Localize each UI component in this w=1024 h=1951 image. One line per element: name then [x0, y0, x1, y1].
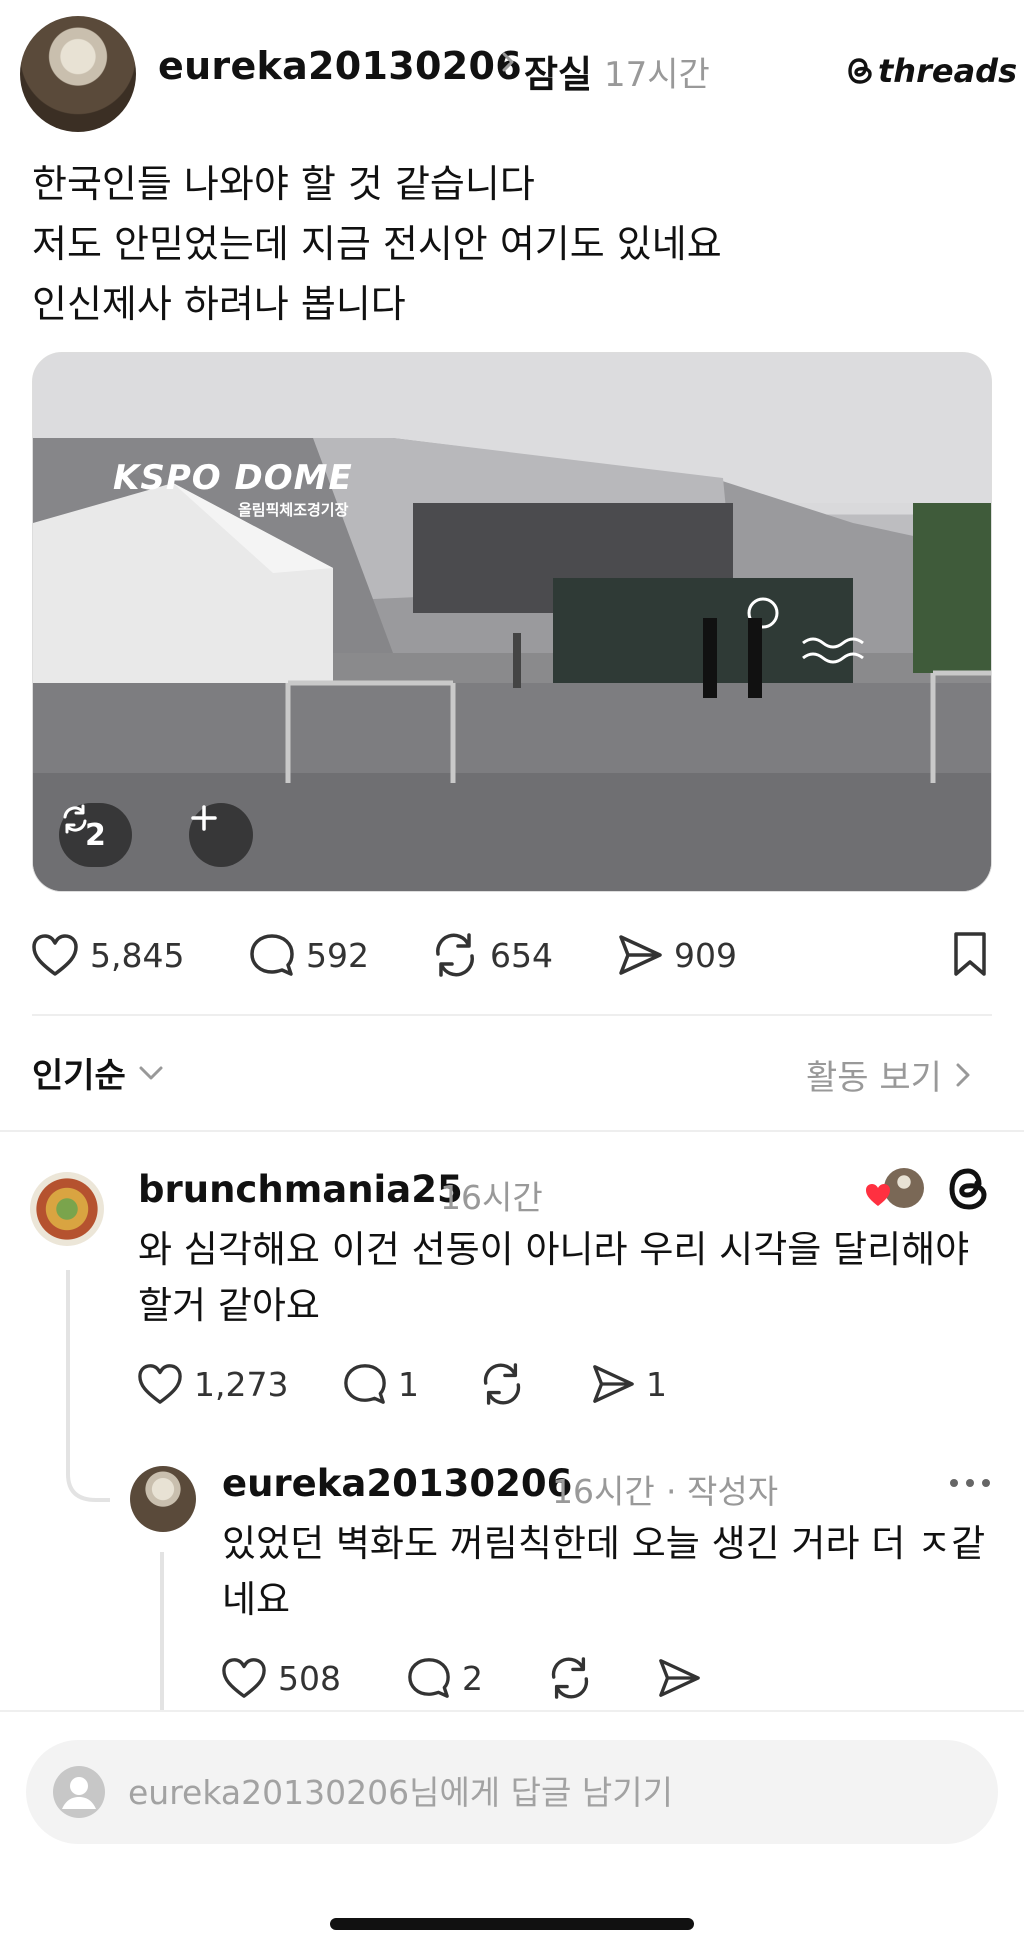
like-button[interactable]: 5,845 — [30, 932, 184, 978]
activity-label: 활동 보기 — [806, 1058, 942, 1098]
post-media-photo[interactable]: KSPO DOME 올림픽체조경기장 2 — [32, 352, 992, 892]
stadium-sign-sub: 올림픽체조경기장 — [238, 501, 349, 519]
comment-icon — [250, 934, 294, 976]
reply-text-line: 할거 같아요 — [138, 1284, 320, 1327]
post-text-line: 인신제사 하려나 봅니다 — [32, 282, 406, 326]
post-location[interactable]: 잠실 — [524, 44, 592, 98]
repost-icon — [483, 1363, 521, 1405]
home-indicator — [330, 1918, 694, 1930]
comment-icon — [408, 1658, 450, 1698]
view-activity-link[interactable]: 활동 보기 — [806, 1050, 972, 1099]
reply-share-button[interactable] — [656, 1656, 702, 1700]
reply-username[interactable]: eureka20130206 — [222, 1462, 572, 1505]
sort-label: 인기순 — [32, 1056, 126, 1096]
heart-icon — [222, 1658, 266, 1698]
more-options-icon[interactable] — [948, 1476, 992, 1490]
heart-filled-icon — [866, 1184, 890, 1206]
post-text-line: 한국인들 나와야 할 것 같습니다 — [32, 162, 535, 206]
sort-dropdown[interactable]: 인기순 — [32, 1048, 164, 1097]
reply-like-count: 1,273 — [194, 1364, 289, 1404]
reply-count: 592 — [306, 935, 369, 975]
reply-body: 와 심각해요 이건 선동이 아니라 우리 시각을 달리해야 할거 같아요 — [138, 1222, 969, 1334]
reply-share-button[interactable]: 1 — [590, 1362, 667, 1406]
reply-comment-count: 1 — [398, 1364, 419, 1404]
reply-comment-count: 2 — [462, 1658, 483, 1698]
thread-line — [160, 1552, 164, 1710]
post-time: 17시간 — [604, 55, 710, 95]
chevron-right-icon — [956, 1063, 970, 1086]
repost-button[interactable]: 654 — [430, 932, 553, 978]
repost-icon — [63, 804, 87, 834]
send-icon — [593, 1365, 634, 1403]
author-badge: · 작성자 — [666, 1472, 779, 1511]
reply-like-button[interactable]: 1,273 — [136, 1362, 288, 1406]
threads-icon[interactable] — [944, 1164, 992, 1214]
heart-icon — [32, 934, 78, 976]
reply-body: 있었던 벽화도 꺼림칙한데 오늘 생긴 거라 더 ㅈ같 네요 — [222, 1516, 985, 1628]
send-icon — [659, 1659, 700, 1697]
threads-logo: threads — [846, 52, 1017, 90]
reply-input[interactable] — [128, 1772, 948, 1812]
share-count: 909 — [674, 935, 737, 975]
reply-text-line: 와 심각해요 이건 선동이 아니라 우리 시각을 달리해야 — [138, 1228, 970, 1271]
reply-repost-button[interactable] — [478, 1362, 526, 1406]
repost-count: 654 — [490, 935, 553, 975]
share-button[interactable]: 909 — [616, 932, 737, 978]
like-count: 5,845 — [90, 935, 185, 975]
post-body: 한국인들 나와야 할 것 같습니다 저도 안믿었는데 지금 전시안 여기도 있네… — [32, 154, 722, 334]
reply-share-count: 1 — [646, 1364, 667, 1404]
thread-connector — [66, 1440, 110, 1502]
stadium-photo — [33, 353, 991, 891]
reply-comment-button[interactable]: 1 — [342, 1362, 419, 1406]
threads-brand-text: threads — [878, 52, 1018, 90]
media-add-button[interactable] — [189, 803, 253, 867]
reply-username[interactable]: brunchmania25 — [138, 1168, 463, 1211]
heart-icon — [138, 1364, 182, 1404]
reply-comment-button[interactable]: 2 — [406, 1656, 483, 1700]
reply-repost-button[interactable] — [546, 1656, 594, 1700]
threads-icon — [848, 58, 872, 84]
comment-icon — [344, 1364, 386, 1404]
post-author-avatar[interactable] — [20, 16, 136, 132]
divider — [0, 1130, 1024, 1132]
post-text-line: 저도 안믿었는데 지금 전시안 여기도 있네요 — [32, 222, 722, 266]
reply-button[interactable]: 592 — [248, 932, 369, 978]
send-icon — [619, 935, 662, 975]
author-liked-indicator — [864, 1168, 924, 1212]
reply-like-button[interactable]: 508 — [220, 1656, 341, 1700]
divider — [32, 1014, 992, 1016]
repost-icon — [551, 1657, 589, 1699]
reply-text-line: 네요 — [222, 1578, 291, 1621]
reply-avatar[interactable] — [130, 1466, 196, 1532]
stadium-sign: KSPO DOME — [113, 458, 353, 498]
chevron-down-icon — [139, 1066, 163, 1079]
reply-text-line: 있었던 벽화도 꺼림칙한데 오늘 생긴 거라 더 ㅈ같 — [222, 1522, 986, 1565]
bookmark-icon[interactable] — [950, 930, 990, 978]
media-repost-badge[interactable]: 2 — [59, 803, 132, 867]
reply-avatar[interactable] — [30, 1172, 104, 1246]
repost-icon — [436, 933, 474, 977]
user-avatar-icon — [53, 1766, 105, 1818]
reply-time: 16시간 — [552, 1472, 655, 1511]
plus-icon — [191, 805, 217, 831]
reply-compose-bar[interactable] — [26, 1740, 998, 1844]
reply-like-count: 508 — [278, 1658, 341, 1698]
post-author-username[interactable]: eureka20130206 — [158, 44, 522, 88]
reply-time: 16시간 — [440, 1178, 543, 1217]
chevron-right-icon — [502, 52, 514, 72]
